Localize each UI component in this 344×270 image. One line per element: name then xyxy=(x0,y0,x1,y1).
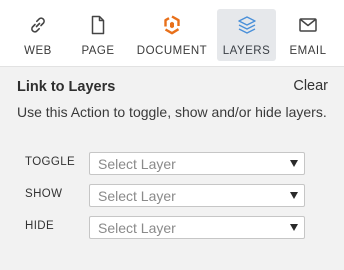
hide-label: HIDE xyxy=(25,220,55,232)
toggle-select-placeholder: Select Layer xyxy=(98,156,176,172)
tab-page[interactable]: PAGE xyxy=(75,9,121,61)
link-icon xyxy=(27,14,49,36)
chevron-down-icon xyxy=(290,160,298,167)
show-select-placeholder: Select Layer xyxy=(98,188,176,204)
hide-select-placeholder: Select Layer xyxy=(98,220,176,236)
document-icon xyxy=(161,14,183,36)
tab-web[interactable]: WEB xyxy=(9,9,67,61)
tab-email-label: EMAIL xyxy=(289,45,327,57)
tab-document-label: DOCUMENT xyxy=(136,45,208,57)
link-to-layers-panel: Link to Layers Clear Use this Action to … xyxy=(0,66,344,270)
page-icon xyxy=(87,14,109,36)
tab-layers-label: LAYERS xyxy=(222,45,271,57)
action-tab-bar: WEB PAGE DOCUMENT LAYERS EMAIL xyxy=(0,0,344,66)
clear-button[interactable]: Clear xyxy=(293,78,328,94)
tab-web-label: WEB xyxy=(24,45,52,57)
show-layer-select[interactable]: Select Layer xyxy=(89,184,305,207)
toggle-label: TOGGLE xyxy=(25,156,76,168)
layers-icon xyxy=(236,14,258,36)
chevron-down-icon xyxy=(290,192,298,199)
panel-title: Link to Layers xyxy=(17,79,116,95)
chevron-down-icon xyxy=(290,224,298,231)
toggle-layer-select[interactable]: Select Layer xyxy=(89,152,305,175)
panel-description: Use this Action to toggle, show and/or h… xyxy=(17,104,327,120)
show-label: SHOW xyxy=(25,188,63,200)
hide-layer-select[interactable]: Select Layer xyxy=(89,216,305,239)
tab-layers[interactable]: LAYERS xyxy=(217,9,276,61)
tab-email[interactable]: EMAIL xyxy=(286,9,330,61)
tab-document[interactable]: DOCUMENT xyxy=(134,9,210,61)
email-icon xyxy=(297,14,319,36)
tab-page-label: PAGE xyxy=(81,45,115,57)
